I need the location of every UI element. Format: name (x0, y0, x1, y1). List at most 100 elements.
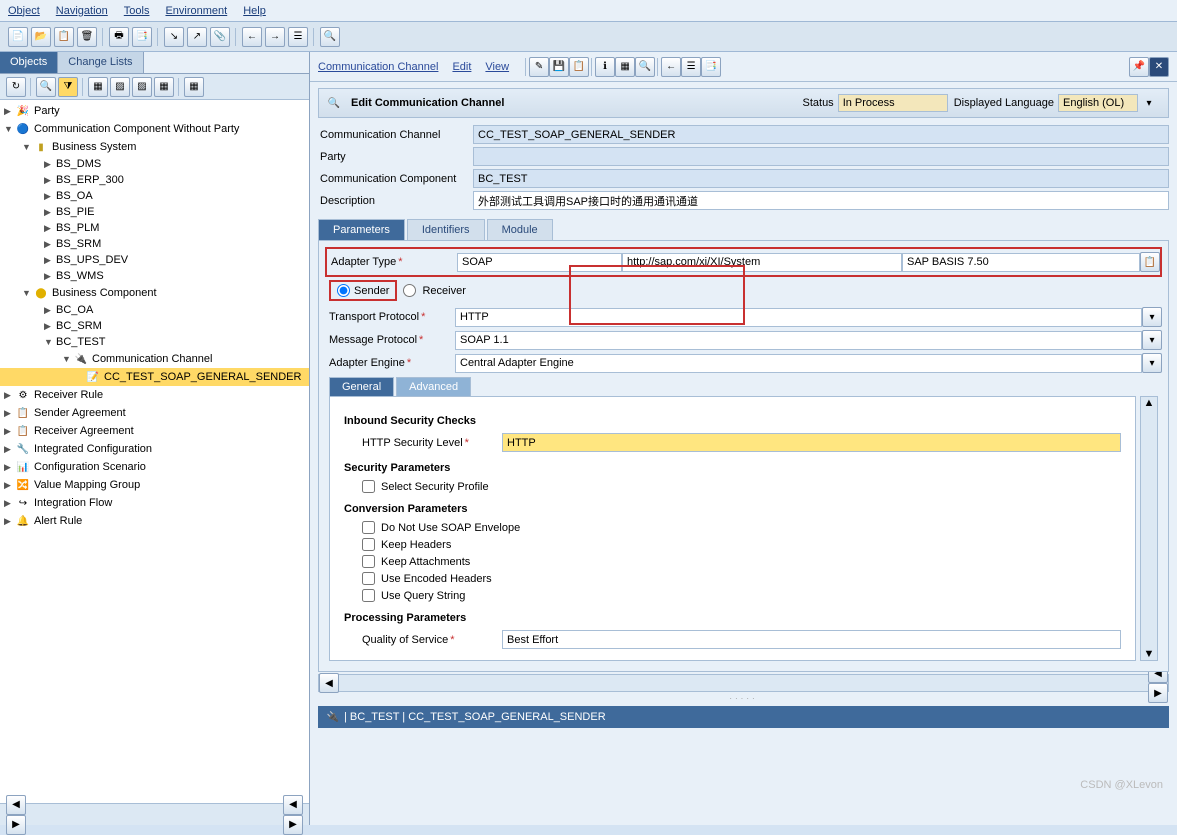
qos-dropdown[interactable] (502, 630, 1121, 649)
desc-input[interactable] (473, 191, 1169, 210)
c5-checkbox[interactable] (362, 589, 375, 602)
delete-icon[interactable]: 🗑 (77, 27, 97, 47)
tab-module[interactable]: Module (487, 219, 553, 240)
link-view[interactable]: View (485, 61, 509, 73)
back-icon[interactable]: ← (242, 27, 262, 47)
tree-if[interactable]: ▶↪Integration Flow (0, 494, 309, 512)
menu-object[interactable]: Object (8, 5, 40, 17)
tree-bs-erp[interactable]: ▶BS_ERP_300 (0, 172, 309, 188)
tree-commch[interactable]: ▼🔌Communication Channel (0, 350, 309, 368)
copy2-icon[interactable]: 📋 (569, 57, 589, 77)
obj-help-icon[interactable]: 📑 (701, 57, 721, 77)
fwd-icon[interactable]: → (265, 27, 285, 47)
tree-cs[interactable]: ▶📊Configuration Scenario (0, 458, 309, 476)
tree-bs-pie[interactable]: ▶BS_PIE (0, 204, 309, 220)
side-scroll-left-icon[interactable]: ◀ (6, 795, 26, 815)
obj-nav-icon[interactable]: ← (661, 57, 681, 77)
content-hscroll[interactable]: ◀◀▶ (318, 674, 1169, 692)
ssp-checkbox[interactable] (362, 480, 375, 493)
menu-tools[interactable]: Tools (124, 5, 150, 17)
ref-icon[interactable]: 📎 (210, 27, 230, 47)
tree-sa[interactable]: ▶📋Sender Agreement (0, 404, 309, 422)
search-icon[interactable]: 🔍 (320, 27, 340, 47)
tree-bs-ups[interactable]: ▶BS_UPS_DEV (0, 252, 309, 268)
tree-filter-icon[interactable]: ⧩ (58, 77, 78, 97)
export-icon[interactable]: ↗ (187, 27, 207, 47)
whereused-icon[interactable]: 🔍 (635, 57, 655, 77)
menu-help[interactable]: Help (243, 5, 266, 17)
activate-icon[interactable]: ▦ (615, 57, 635, 77)
tree-bs-wms[interactable]: ▶BS_WMS (0, 268, 309, 284)
tree-ccwp[interactable]: ▼🔵Communication Component Without Party (0, 120, 309, 138)
tree-hier3-icon[interactable]: ▨ (132, 77, 152, 97)
receiver-radio[interactable] (403, 284, 416, 297)
c4-checkbox[interactable] (362, 572, 375, 585)
c1-checkbox[interactable] (362, 521, 375, 534)
mp-dropdown[interactable]: SOAP 1.1 (455, 331, 1142, 350)
new-icon[interactable]: 📄 (8, 27, 28, 47)
general-scroll[interactable]: Inbound Security Checks HTTP Security Le… (329, 396, 1136, 661)
adapter-f4-icon[interactable]: 📋 (1140, 252, 1160, 272)
tab-objects[interactable]: Objects (0, 52, 58, 73)
tab-parameters[interactable]: Parameters (318, 219, 405, 240)
ae-dd-icon[interactable]: ▾ (1142, 353, 1162, 373)
tree-bs-plm[interactable]: ▶BS_PLM (0, 220, 309, 236)
side-scroll-left2-icon[interactable]: ◀ (283, 795, 303, 815)
tree-find-icon[interactable]: 🔍 (36, 77, 56, 97)
c3-checkbox[interactable] (362, 555, 375, 568)
tree-bs-oa[interactable]: ▶BS_OA (0, 188, 309, 204)
ae-dropdown[interactable]: Central Adapter Engine (455, 354, 1142, 373)
check-icon[interactable]: ℹ (595, 57, 615, 77)
obj-list-icon[interactable]: ☰ (681, 57, 701, 77)
tree-bc-test[interactable]: ▼BC_TEST (0, 334, 309, 350)
tree-ar[interactable]: ▶🔔Alert Rule (0, 512, 309, 530)
mp-dd-icon[interactable]: ▾ (1142, 330, 1162, 350)
tree-sort-icon[interactable]: ▦ (184, 77, 204, 97)
tree-bc-oa[interactable]: ▶BC_OA (0, 302, 309, 318)
object-tree[interactable]: ▶🎉Party ▼🔵Communication Component Withou… (0, 100, 309, 803)
link-edit[interactable]: Edit (452, 61, 471, 73)
save-icon[interactable]: 💾 (549, 57, 569, 77)
tree-bs-dms[interactable]: ▶BS_DMS (0, 156, 309, 172)
link-commchannel[interactable]: Communication Channel (318, 61, 438, 73)
edit-icon[interactable]: ✎ (529, 57, 549, 77)
subtab-general[interactable]: General (329, 377, 394, 396)
print-icon[interactable]: 🖶 (109, 27, 129, 47)
subtab-advanced[interactable]: Advanced (396, 377, 471, 396)
scroll-up-icon[interactable]: ▲ (1144, 397, 1155, 409)
tree-cc-item[interactable]: 📝CC_TEST_SOAP_GENERAL_SENDER (0, 368, 309, 386)
tree-hier4-icon[interactable]: ▦ (154, 77, 174, 97)
tp-dd-icon[interactable]: ▾ (1142, 307, 1162, 327)
tree-hier-icon[interactable]: ▦ (88, 77, 108, 97)
tree-bc-srm[interactable]: ▶BC_SRM (0, 318, 309, 334)
pin-icon[interactable]: 📌 (1129, 57, 1149, 77)
copy-icon[interactable]: 📋 (54, 27, 74, 47)
split-handle[interactable]: ····· (310, 694, 1177, 702)
h-left-icon[interactable]: ◀ (319, 673, 339, 693)
tree-vmg[interactable]: ▶🔀Value Mapping Group (0, 476, 309, 494)
c2-checkbox[interactable] (362, 538, 375, 551)
tree-hier2-icon[interactable]: ▨ (110, 77, 130, 97)
tree-party[interactable]: ▶🎉Party (0, 102, 309, 120)
vscrollbar[interactable]: ▲▼ (1140, 396, 1158, 661)
menu-environment[interactable]: Environment (165, 5, 227, 17)
tab-identifiers[interactable]: Identifiers (407, 219, 485, 240)
doc-icon[interactable]: 📑 (132, 27, 152, 47)
tree-bc[interactable]: ▼⬤Business Component (0, 284, 309, 302)
menu-navigation[interactable]: Navigation (56, 5, 108, 17)
tp-dropdown[interactable]: HTTP (455, 308, 1142, 327)
scroll-down-icon[interactable]: ▼ (1144, 648, 1155, 660)
hsl-dropdown[interactable] (502, 433, 1121, 452)
import-icon[interactable]: ↘ (164, 27, 184, 47)
list-icon[interactable]: ☰ (288, 27, 308, 47)
close-icon[interactable]: ✕ (1149, 57, 1169, 77)
open-icon[interactable]: 📂 (31, 27, 51, 47)
tree-ra[interactable]: ▶📋Receiver Agreement (0, 422, 309, 440)
adapter-type-value[interactable]: SOAP (457, 253, 622, 272)
tab-changelists[interactable]: Change Lists (58, 52, 143, 73)
sender-radio[interactable] (337, 284, 350, 297)
dropdown-icon[interactable]: ▾ (1142, 96, 1156, 110)
lang-value[interactable] (1058, 94, 1138, 112)
tree-ic[interactable]: ▶🔧Integrated Configuration (0, 440, 309, 458)
tree-refresh-icon[interactable]: ↻ (6, 77, 26, 97)
